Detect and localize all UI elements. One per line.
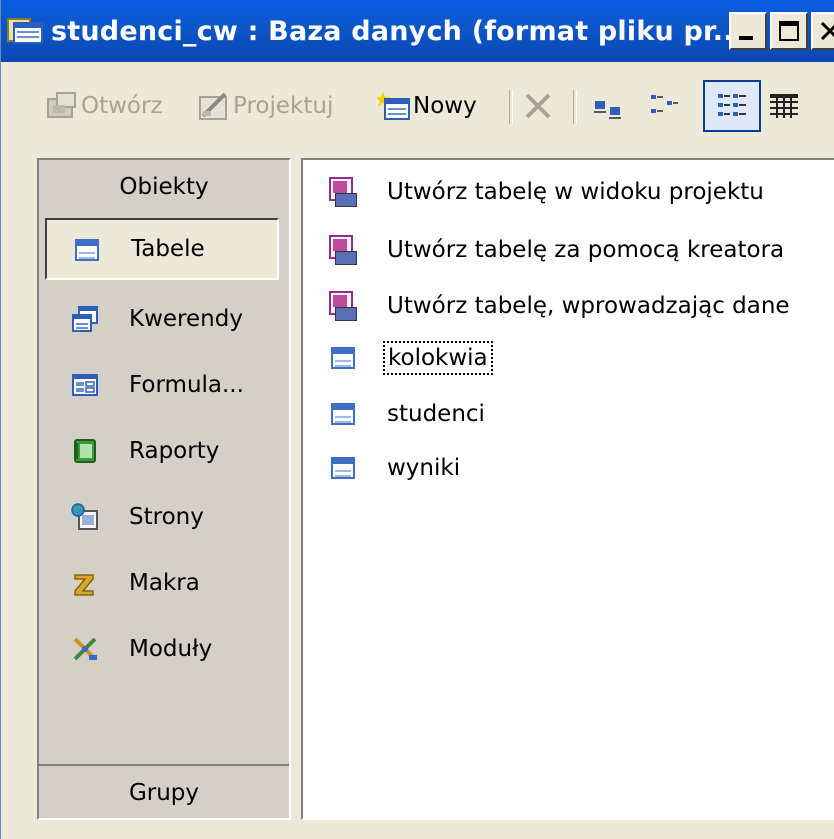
objects-item-macros[interactable]: Makra xyxy=(45,552,279,614)
database-window-icon[interactable] xyxy=(7,16,45,46)
maximize-button[interactable] xyxy=(770,12,808,50)
design-label: Projektuj xyxy=(233,93,334,119)
list-item-label: kolokwia xyxy=(383,341,493,375)
maximize-icon xyxy=(779,21,799,41)
report-icon xyxy=(71,437,99,465)
objects-item-modules[interactable]: Moduły xyxy=(45,618,279,680)
objects-item-forms[interactable]: Formula... xyxy=(45,354,279,416)
list-item[interactable]: studenci xyxy=(303,386,485,442)
new-label: Nowy xyxy=(413,93,477,119)
details-view-icon xyxy=(767,89,801,123)
list-item[interactable]: kolokwia xyxy=(303,330,493,386)
close-button[interactable] xyxy=(811,12,834,50)
small-icons-icon xyxy=(647,89,681,123)
objects-item-tables[interactable]: Tabele xyxy=(45,218,279,280)
groups-header[interactable]: Grupy xyxy=(39,764,289,820)
close-icon xyxy=(820,21,834,41)
small-icons-button[interactable] xyxy=(647,87,683,125)
wizard-icon xyxy=(329,177,357,207)
objects-item-label: Tabele xyxy=(131,236,205,262)
open-button[interactable]: Otwórz xyxy=(45,87,163,125)
objects-item-pages[interactable]: Strony xyxy=(45,486,279,548)
toolbar: Otwórz Projektuj Nowy xyxy=(1,62,834,148)
list-item[interactable]: Utwórz tabelę za pomocą kreatora xyxy=(303,222,784,278)
objects-item-label: Strony xyxy=(129,504,204,530)
minimize-icon xyxy=(739,36,753,40)
delete-button[interactable] xyxy=(521,87,557,125)
table-icon xyxy=(329,453,357,483)
toolbar-separator xyxy=(573,90,577,124)
delete-icon xyxy=(521,89,555,123)
wizard-icon xyxy=(329,291,357,321)
list-view-button[interactable] xyxy=(703,80,761,132)
title-bar[interactable]: studenci_cw : Baza danych (format pliku … xyxy=(1,0,834,62)
macro-icon xyxy=(71,569,99,597)
table-icon xyxy=(329,399,357,429)
list-item-label: Utwórz tabelę za pomocą kreatora xyxy=(387,237,785,263)
list-item[interactable]: Utwórz tabelę w widoku projektu xyxy=(303,164,764,220)
objects-item-label: Formula... xyxy=(129,372,244,398)
open-label: Otwórz xyxy=(81,93,163,119)
list-item-label: studenci xyxy=(387,401,485,427)
objects-item-label: Moduły xyxy=(129,636,213,662)
wizard-icon xyxy=(329,235,357,265)
list-item-label: Utwórz tabelę, wprowadzając dane xyxy=(387,293,790,319)
minimize-button[interactable] xyxy=(729,12,767,50)
query-icon xyxy=(71,305,99,333)
objects-item-label: Raporty xyxy=(129,438,220,464)
list-item-label: wyniki xyxy=(387,455,461,481)
list-item[interactable]: wyniki xyxy=(303,440,460,496)
design-button[interactable]: Projektuj xyxy=(197,87,333,125)
large-icons-icon xyxy=(591,89,625,123)
table-icon xyxy=(73,235,101,263)
table-icon xyxy=(329,343,357,373)
objects-item-reports[interactable]: Raporty xyxy=(45,420,279,482)
module-icon xyxy=(71,635,99,663)
open-icon xyxy=(45,89,79,123)
objects-panel: Obiekty Tabele Kwerendy Formula... Rapor… xyxy=(37,158,291,820)
page-icon xyxy=(71,503,99,531)
objects-item-label: Makra xyxy=(129,570,200,596)
design-icon xyxy=(197,89,231,123)
new-table-icon xyxy=(375,89,411,123)
form-icon xyxy=(71,371,99,399)
toolbar-separator xyxy=(509,90,513,124)
objects-item-queries[interactable]: Kwerendy xyxy=(45,288,279,350)
details-view-button[interactable] xyxy=(767,87,803,125)
list-view-icon xyxy=(715,89,749,123)
large-icons-button[interactable] xyxy=(591,87,627,125)
database-window: studenci_cw : Baza danych (format pliku … xyxy=(0,0,834,839)
new-button[interactable]: Nowy xyxy=(375,87,477,125)
list-item-label: Utwórz tabelę w widoku projektu xyxy=(387,179,764,205)
objects-list: Utwórz tabelę w widoku projektu Utwórz t… xyxy=(301,158,834,820)
window-title: studenci_cw : Baza danych (format pliku … xyxy=(51,15,745,47)
objects-item-label: Kwerendy xyxy=(129,306,243,332)
objects-header[interactable]: Obiekty xyxy=(39,160,289,214)
list-item[interactable]: Utwórz tabelę, wprowadzając dane xyxy=(303,278,790,334)
